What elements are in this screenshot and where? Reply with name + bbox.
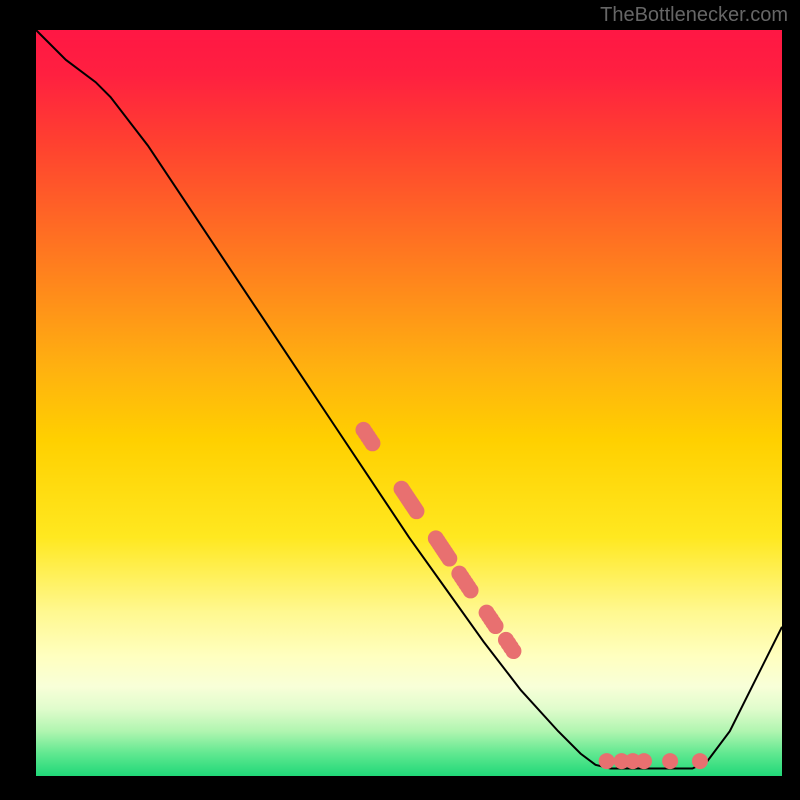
data-point xyxy=(662,753,678,769)
data-point xyxy=(408,503,424,519)
data-point xyxy=(599,753,615,769)
data-point xyxy=(364,435,380,451)
data-point xyxy=(488,618,504,634)
data-point xyxy=(463,582,479,598)
data-point xyxy=(636,753,652,769)
bottleneck-chart xyxy=(0,0,800,800)
watermark-text: TheBottlenecker.com xyxy=(600,4,788,27)
data-point xyxy=(505,643,521,659)
data-point xyxy=(692,753,708,769)
data-point xyxy=(441,551,457,567)
chart-container: { "watermark": "TheBottlenecker.com", "c… xyxy=(0,0,800,800)
